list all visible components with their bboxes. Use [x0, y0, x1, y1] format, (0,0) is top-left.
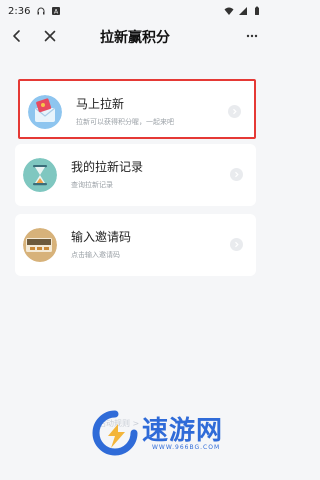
- signal-icon: [239, 7, 247, 15]
- chevron-left-icon: [13, 30, 20, 42]
- status-time: 2:36: [8, 5, 31, 17]
- chevron-right-icon: [228, 105, 241, 118]
- card-subtitle: 查询拉新记录: [71, 181, 113, 189]
- headset-icon: [37, 7, 45, 15]
- enter-invite-code-card[interactable]: 输入邀请码 点击输入邀请码: [15, 214, 256, 276]
- watermark-brand: 速游网: [142, 416, 224, 446]
- card-title: 输入邀请码: [71, 230, 132, 244]
- status-left-icons: A: [36, 6, 61, 16]
- back-button[interactable]: [7, 26, 27, 46]
- invite-records-card[interactable]: 我的拉新记录 查询拉新记录: [15, 144, 256, 206]
- card-subtitle: 拉新可以获得积分喔，一起来吧: [76, 118, 174, 126]
- envelope-icon: [28, 95, 62, 129]
- header: 拉新赢积分: [0, 22, 270, 50]
- hourglass-icon: [23, 158, 57, 192]
- chevron-right-icon: [230, 168, 243, 181]
- code-board-icon: [23, 228, 57, 262]
- close-icon: [44, 30, 56, 42]
- more-button[interactable]: [242, 26, 262, 46]
- status-right-icons: [224, 6, 262, 16]
- status-bar: 2:36 A: [0, 0, 270, 22]
- battery-icon: [255, 6, 259, 15]
- notification-a-icon: A: [52, 7, 61, 16]
- close-button[interactable]: [40, 26, 60, 46]
- chevron-right-icon: [230, 238, 243, 251]
- watermark-url: WWW.966BG.COM: [152, 444, 221, 451]
- wifi-icon: [224, 7, 234, 15]
- more-dots-icon: [246, 34, 258, 38]
- card-title: 我的拉新记录: [71, 160, 144, 174]
- watermark: 速游网 WWW.966BG.COM: [92, 408, 260, 460]
- card-subtitle: 点击输入邀请码: [71, 251, 120, 259]
- watermark-logo-icon: [92, 410, 138, 456]
- invite-now-card[interactable]: 马上拉新 拉新可以获得积分喔，一起来吧: [18, 79, 256, 139]
- card-title: 马上拉新: [76, 97, 125, 111]
